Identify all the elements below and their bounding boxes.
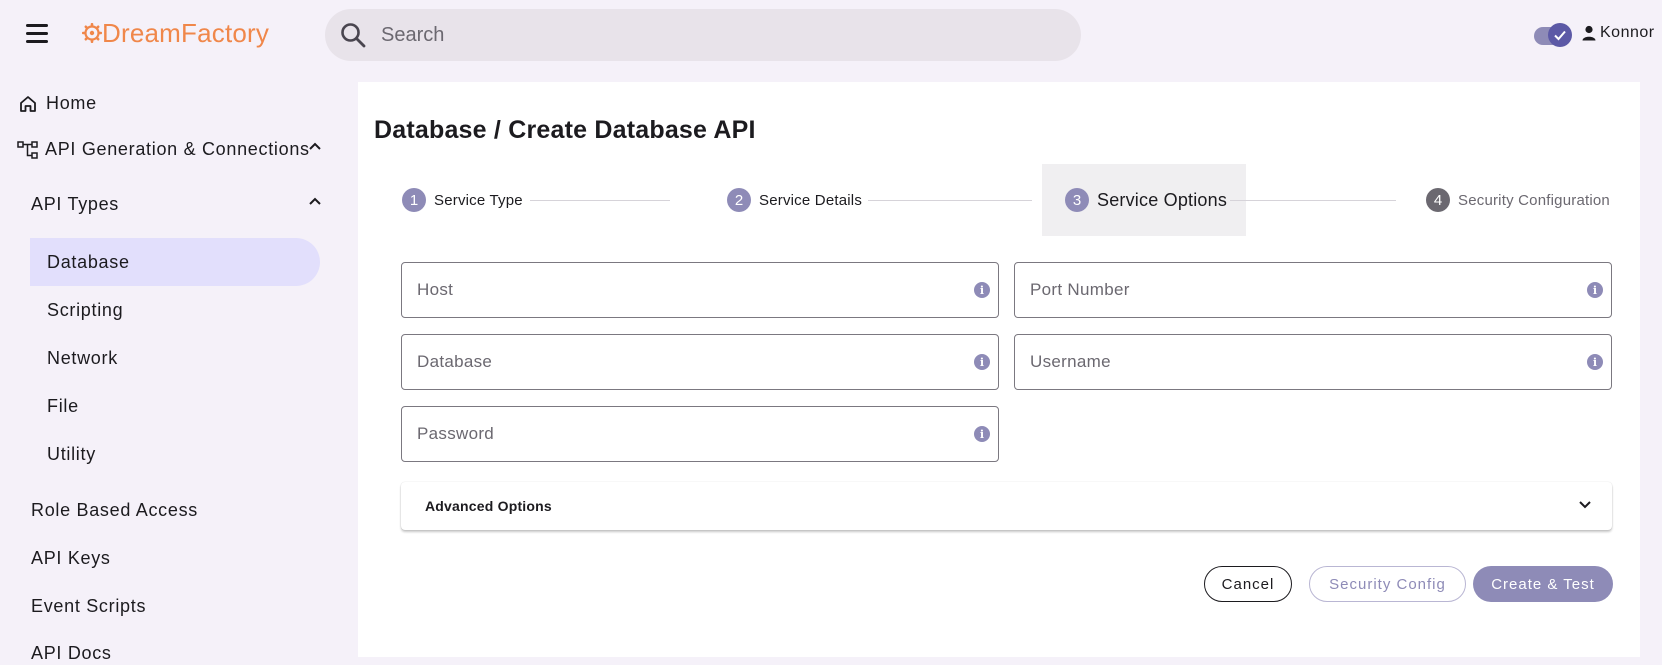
password-field[interactable]: i [401,406,999,462]
sidebar-item-api-generation[interactable]: API Generation & Connections [17,139,325,160]
sidebar-item-api-docs[interactable]: API Docs [31,643,112,664]
create-and-test-button[interactable]: Create & Test [1473,566,1613,602]
sidebar-item-label: File [47,396,79,416]
sidebar-item-label: Utility [47,444,96,464]
chevron-up-icon[interactable] [308,141,322,151]
theme-toggle[interactable] [1534,23,1572,47]
user-menu[interactable]: Konnor [1582,24,1655,42]
sidebar-item-label: API Keys [31,548,111,568]
sidebar-item-network[interactable]: Network [47,348,118,369]
menu-icon[interactable] [26,24,48,44]
info-icon[interactable]: i [1587,282,1603,298]
main-panel: Database / Create Database API 1 Service… [358,82,1640,657]
info-icon[interactable]: i [974,426,990,442]
top-bar: DreamFactory Konnor [0,0,1662,70]
cancel-button[interactable]: Cancel [1204,566,1292,602]
sidebar-item-home[interactable]: Home [18,93,97,114]
step-service-type[interactable]: 1 Service Type [402,164,523,236]
sidebar-item-label: API Docs [31,643,112,663]
sidebar-item-label: Database [47,252,130,272]
step-service-details[interactable]: 2 Service Details [727,164,862,236]
chevron-up-icon[interactable] [308,196,322,206]
sidebar-item-label: Event Scripts [31,596,147,616]
step-number: 2 [727,188,751,212]
host-field[interactable]: i [401,262,999,318]
info-icon[interactable]: i [974,282,990,298]
home-icon [20,95,36,112]
security-config-button[interactable]: Security Config [1309,566,1466,602]
sidebar-item-file[interactable]: File [47,396,79,417]
gear-logo-icon [81,22,103,44]
sidebar-item-label: Network [47,348,118,368]
info-icon[interactable]: i [1587,354,1603,370]
search-icon[interactable] [339,21,367,49]
sidebar-item-utility[interactable]: Utility [47,444,96,465]
sidebar-item-label: Home [46,93,97,113]
toggle-check-icon [1548,23,1572,47]
logo-text: DreamFactory [102,18,270,48]
step-number: 4 [1426,188,1450,212]
step-connector [530,200,670,201]
username: Konnor [1600,24,1655,41]
sidebar-item-label: API Generation & Connections [45,139,310,159]
database-input[interactable] [417,335,957,389]
app-logo[interactable]: DreamFactory [81,18,270,49]
sidebar-item-label: Role Based Access [31,500,198,520]
step-service-options[interactable]: 3 Service Options [1065,164,1227,236]
step-security-configuration[interactable]: 4 Security Configuration [1426,164,1610,236]
sidebar-item-event-scripts[interactable]: Event Scripts [31,596,146,617]
password-input[interactable] [417,407,957,461]
info-icon[interactable]: i [974,354,990,370]
step-connector [1230,200,1396,201]
step-label: Service Options [1097,189,1228,210]
sidebar-item-role-based-access[interactable]: Role Based Access [31,500,198,521]
port-number-input[interactable] [1030,263,1570,317]
search-bar[interactable] [325,9,1081,61]
stepper: 1 Service Type 2 Service Details 3 Servi… [358,164,1640,236]
sidebar-item-label: Scripting [47,300,124,320]
step-number: 1 [402,188,426,212]
advanced-options-label: Advanced Options [425,498,552,514]
sidebar-item-api-types[interactable]: API Types [31,194,325,215]
sidebar-item-scripting[interactable]: Scripting [47,300,123,321]
host-input[interactable] [417,263,957,317]
step-label: Service Details [759,191,863,209]
username-input[interactable] [1030,335,1570,389]
search-input[interactable] [381,9,1061,61]
database-field[interactable]: i [401,334,999,390]
page-title: Database / Create Database API [374,116,756,144]
person-icon [1582,25,1596,41]
username-field[interactable]: i [1014,334,1612,390]
chevron-down-icon[interactable] [1578,500,1592,510]
step-connector [868,200,1032,201]
port-number-field[interactable]: i [1014,262,1612,318]
step-label: Security Configuration [1458,191,1610,209]
sidebar-item-database[interactable]: Database [47,252,130,273]
sidebar-item-api-keys[interactable]: API Keys [31,548,111,569]
advanced-options-panel[interactable]: Advanced Options [401,482,1612,530]
step-label: Service Type [434,191,523,209]
step-number: 3 [1065,188,1089,212]
sidebar-item-label: API Types [31,194,120,214]
hierarchy-icon [17,140,38,159]
